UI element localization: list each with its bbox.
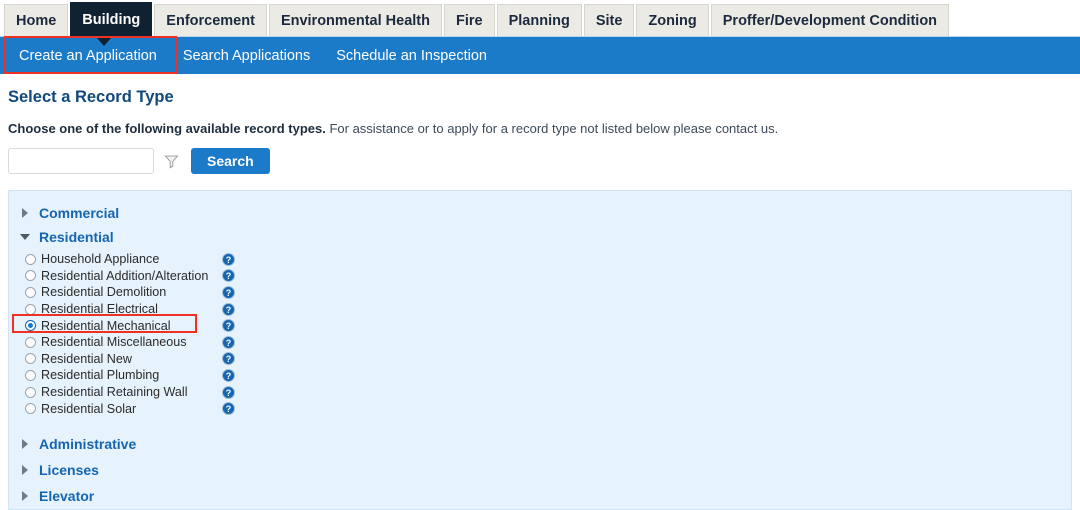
module-tab-planning[interactable]: Planning <box>496 4 582 36</box>
module-tab-enforcement[interactable]: Enforcement <box>154 4 267 36</box>
help-icon[interactable]: ? <box>222 252 235 266</box>
record-type-label[interactable]: Residential Mechanical <box>41 319 171 333</box>
subnav-item-search-applications[interactable]: Search Applications <box>170 41 323 71</box>
chevron-right-icon <box>17 464 33 475</box>
chevron-right-icon <box>17 208 33 218</box>
svg-text:?: ? <box>226 388 232 398</box>
record-type-label[interactable]: Residential Addition/Alteration <box>41 269 208 283</box>
record-group-residential[interactable]: Residential <box>9 225 1071 249</box>
list-item[interactable]: Residential Demolition ? <box>9 284 1071 301</box>
record-type-radio[interactable] <box>25 270 36 282</box>
record-type-radio-selected[interactable] <box>25 320 36 332</box>
svg-text:?: ? <box>226 404 232 414</box>
record-type-radio[interactable] <box>25 253 36 265</box>
svg-text:?: ? <box>226 288 232 298</box>
help-icon[interactable]: ? <box>222 335 235 349</box>
subnav-item-schedule-an-inspection[interactable]: Schedule an Inspection <box>323 41 500 71</box>
record-type-radio[interactable] <box>25 353 36 365</box>
module-tab-environmental-health[interactable]: Environmental Health <box>268 4 442 36</box>
record-type-label[interactable]: Residential Retaining Wall <box>41 385 188 399</box>
record-group-elevator[interactable]: Elevator <box>9 483 1071 509</box>
page-title: Select a Record Type <box>8 88 174 106</box>
record-group-commercial[interactable]: Commercial <box>9 201 1071 225</box>
instructions-text: Choose one of the following available re… <box>8 121 1072 136</box>
module-tab-bar: Home Building Enforcement Environmental … <box>0 0 1080 36</box>
record-type-list: Household Appliance ? Residential Additi… <box>9 251 1071 417</box>
record-type-panel: Commercial Residential Household Applian… <box>8 190 1072 510</box>
svg-text:?: ? <box>226 305 232 315</box>
list-item[interactable]: Residential Addition/Alteration ? <box>9 268 1071 285</box>
record-group-label: Administrative <box>39 435 137 452</box>
subnav-item-create-an-application[interactable]: Create an Application <box>6 40 170 71</box>
module-tab-proffer-development-condition[interactable]: Proffer/Development Condition <box>710 4 950 36</box>
list-item[interactable]: Residential Miscellaneous ? <box>9 334 1071 351</box>
active-tab-pointer-icon <box>96 37 112 46</box>
help-icon[interactable]: ? <box>222 269 235 283</box>
help-icon[interactable]: ? <box>222 302 235 316</box>
record-group-label: Commercial <box>39 205 120 221</box>
help-icon[interactable]: ? <box>222 285 235 299</box>
svg-text:?: ? <box>226 271 232 281</box>
search-row: Search <box>8 148 1072 174</box>
module-tab-fire[interactable]: Fire <box>444 4 495 36</box>
record-group-administrative[interactable]: Administrative <box>9 431 1071 457</box>
list-item[interactable]: Residential Solar ? <box>9 400 1071 417</box>
help-icon[interactable]: ? <box>222 319 235 333</box>
search-input[interactable] <box>8 148 154 174</box>
search-button[interactable]: Search <box>191 148 270 174</box>
help-icon[interactable]: ? <box>222 402 235 416</box>
main-content: Select a Record Type Choose one of the f… <box>0 88 1080 174</box>
svg-text:?: ? <box>226 321 232 331</box>
module-tab-site[interactable]: Site <box>583 4 635 36</box>
record-group-label: Licenses <box>39 461 99 478</box>
record-type-radio[interactable] <box>25 286 36 298</box>
module-tab-zoning[interactable]: Zoning <box>636 4 709 36</box>
list-item[interactable]: Residential Mechanical ? <box>9 317 1071 334</box>
chevron-right-icon <box>17 490 33 501</box>
record-type-label[interactable]: Residential New <box>41 352 132 366</box>
record-group-label: Elevator <box>39 487 95 504</box>
svg-text:?: ? <box>226 371 232 381</box>
chevron-down-icon <box>17 233 33 241</box>
help-icon[interactable]: ? <box>222 368 235 382</box>
module-tab-building[interactable]: Building <box>70 2 153 36</box>
list-item[interactable]: Residential Retaining Wall ? <box>9 384 1071 401</box>
record-group-label: Residential <box>39 229 114 245</box>
svg-text:?: ? <box>226 354 232 364</box>
record-group-licenses[interactable]: Licenses <box>9 457 1071 483</box>
funnel-icon[interactable] <box>164 154 179 169</box>
record-type-label[interactable]: Residential Electrical <box>41 302 158 316</box>
record-type-label[interactable]: Residential Demolition <box>41 285 166 299</box>
record-type-label[interactable]: Household Appliance <box>41 252 159 266</box>
list-item[interactable]: Household Appliance ? <box>9 251 1071 268</box>
svg-text:?: ? <box>226 255 232 265</box>
collapsed-groups: Administrative Licenses Elevator <box>9 431 1071 509</box>
list-item[interactable]: Residential Electrical ? <box>9 301 1071 318</box>
record-type-radio[interactable] <box>25 303 36 315</box>
record-type-label[interactable]: Residential Miscellaneous <box>41 335 187 349</box>
module-tab-home[interactable]: Home <box>4 4 69 36</box>
list-item[interactable]: Residential New ? <box>9 351 1071 368</box>
record-type-radio[interactable] <box>25 403 36 415</box>
help-icon[interactable]: ? <box>222 385 235 399</box>
svg-text:?: ? <box>226 338 232 348</box>
record-type-radio[interactable] <box>25 386 36 398</box>
record-type-radio[interactable] <box>25 369 36 381</box>
record-type-label[interactable]: Residential Plumbing <box>41 368 159 382</box>
record-type-radio[interactable] <box>25 336 36 348</box>
help-icon[interactable]: ? <box>222 352 235 366</box>
sub-navigation-bar: Create an Application Search Application… <box>0 36 1080 74</box>
instructions-rest: For assistance or to apply for a record … <box>325 121 779 136</box>
record-type-label[interactable]: Residential Solar <box>41 402 136 416</box>
instructions-bold: Choose one of the following available re… <box>8 121 326 136</box>
list-item[interactable]: Residential Plumbing ? <box>9 367 1071 384</box>
chevron-right-icon <box>17 438 33 449</box>
